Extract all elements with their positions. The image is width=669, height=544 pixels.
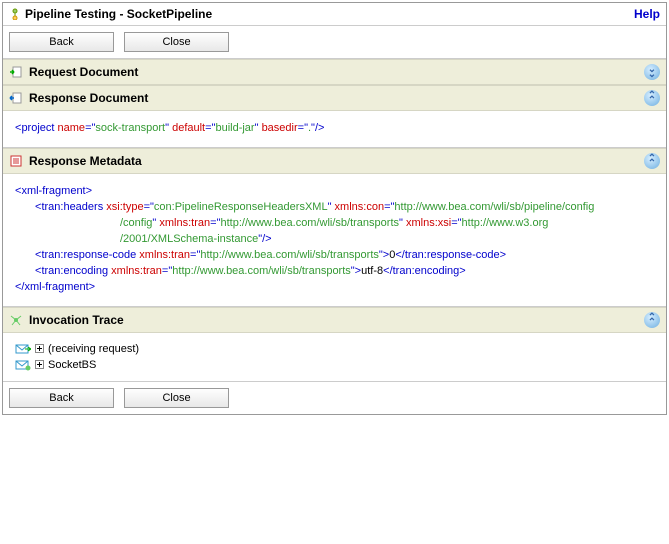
- collapse-icon[interactable]: ⌃⌃: [644, 90, 660, 106]
- val-xsi-type: con:PipelineResponseHeadersXML: [154, 201, 328, 213]
- request-document-title: Request Document: [29, 65, 138, 79]
- pipeline-icon: [9, 8, 21, 20]
- response-document-header[interactable]: Response Document ⌃⌃: [3, 85, 666, 111]
- tag-encoding: tran:encoding: [41, 265, 108, 277]
- response-metadata-body: <xml-fragment> <tran:headers xsi:type="c…: [3, 174, 666, 307]
- tag-tran-headers: tran:headers: [41, 201, 103, 213]
- request-arrow-icon: [9, 65, 23, 79]
- attr-default: default: [172, 122, 205, 134]
- tag-xml-fragment-close: xml-fragment: [24, 281, 88, 293]
- page-title: Pipeline Testing - SocketPipeline: [9, 7, 212, 21]
- tag-encoding-close: tran:encoding: [393, 265, 460, 277]
- metadata-icon: [9, 154, 23, 168]
- page-header: Pipeline Testing - SocketPipeline Help: [3, 3, 666, 26]
- tag-response-code: tran:response-code: [41, 249, 136, 261]
- trace-socketbs-text: SocketBS: [48, 359, 96, 371]
- collapse-icon[interactable]: ⌃⌃: [644, 153, 660, 169]
- response-document-title: Response Document: [29, 91, 148, 105]
- bottom-button-row: Back Close: [3, 381, 666, 414]
- tag-xml-fragment: xml-fragment: [21, 185, 85, 197]
- response-metadata-header[interactable]: Response Metadata ⌃⌃: [3, 148, 666, 174]
- val-xmlns-con: http://www.bea.com/wli/sb/pipeline/confi…: [394, 201, 594, 213]
- back-button-bottom[interactable]: Back: [9, 388, 114, 408]
- back-button[interactable]: Back: [9, 32, 114, 52]
- invocation-trace-title: Invocation Trace: [29, 313, 124, 327]
- invocation-trace-body: (receiving request) SocketBS: [3, 333, 666, 381]
- trace-icon: [9, 313, 23, 327]
- envelope-icon: [15, 359, 31, 371]
- trace-receiving-text: (receiving request): [48, 343, 139, 355]
- collapse-icon[interactable]: ⌃⌃: [644, 312, 660, 328]
- val-xmlns-tran3: http://www.bea.com/wli/sb/transports: [172, 265, 351, 277]
- attr-xmlns-tran3: xmlns:tran: [111, 265, 162, 277]
- attr-xmlns-tran: xmlns:tran: [159, 217, 210, 229]
- attr-xmlns-xsi: xmlns:xsi: [406, 217, 451, 229]
- trace-row-receiving[interactable]: (receiving request): [15, 341, 654, 357]
- expand-plus-icon[interactable]: [35, 360, 44, 369]
- attr-xmlns-con: xmlns:con: [335, 201, 385, 213]
- val-xmlns-tran2: http://www.bea.com/wli/sb/transports: [200, 249, 379, 261]
- page-container: Pipeline Testing - SocketPipeline Help B…: [2, 2, 667, 415]
- envelope-in-icon: [15, 343, 31, 355]
- val-xmlns-tran: http://www.bea.com/wli/sb/transports: [220, 217, 399, 229]
- text-encoding: utf-8: [361, 265, 383, 277]
- val-name: sock-transport: [95, 122, 165, 134]
- response-document-body: <project name="sock-transport" default="…: [3, 111, 666, 148]
- page-title-text: Pipeline Testing - SocketPipeline: [25, 7, 212, 21]
- attr-xsi-type: xsi:type: [106, 201, 143, 213]
- top-button-row: Back Close: [3, 26, 666, 59]
- expand-plus-icon[interactable]: [35, 344, 44, 353]
- tag-response-code-close: tran:response-code: [405, 249, 500, 261]
- expand-icon[interactable]: ⌄⌄: [644, 64, 660, 80]
- response-metadata-title: Response Metadata: [29, 154, 142, 168]
- invocation-trace-header[interactable]: Invocation Trace ⌃⌃: [3, 307, 666, 333]
- attr-name: name: [58, 122, 86, 134]
- trace-row-socketbs[interactable]: SocketBS: [15, 357, 654, 373]
- close-button[interactable]: Close: [124, 32, 229, 52]
- help-link[interactable]: Help: [634, 7, 660, 21]
- val-default: build-jar: [215, 122, 254, 134]
- attr-xmlns-tran2: xmlns:tran: [139, 249, 190, 261]
- response-arrow-icon: [9, 91, 23, 105]
- tag-project: project: [21, 122, 54, 134]
- request-document-header[interactable]: Request Document ⌄⌄: [3, 59, 666, 85]
- close-button-bottom[interactable]: Close: [124, 388, 229, 408]
- attr-basedir: basedir: [262, 122, 298, 134]
